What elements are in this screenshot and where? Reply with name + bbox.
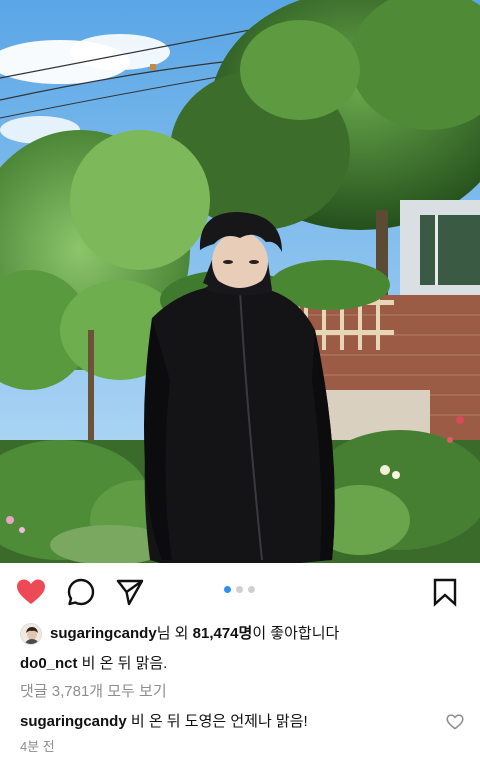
comment-like-button[interactable] [446,713,464,731]
comment-item: sugaringcandy 비 온 뒤 도영은 언제나 맑음! [20,712,308,732]
like-button[interactable] [16,577,46,607]
share-button[interactable] [115,577,145,607]
view-all-comments-link[interactable]: 댓글 3,781개 모두 보기 [20,682,167,702]
likes-summary[interactable]: sugaringcandy 님 외 81,474명 이 좋아합니다 [20,623,339,645]
save-button[interactable] [430,577,460,607]
caption-author[interactable]: do0_nct [20,655,78,672]
carousel-dot-active [224,586,231,593]
carousel-indicator [224,586,255,594]
bookmark-icon [433,578,457,607]
comment-button[interactable] [66,577,96,607]
caption-text: 비 온 뒤 맑음. [77,655,168,672]
post-action-bar [0,563,480,619]
likes-count[interactable]: 81,474명 [193,624,253,644]
carousel-dot [248,586,255,593]
comment-bubble-icon [67,578,95,606]
likes-middle-text: 님 외 [156,625,193,642]
post-caption: do0_nct 비 온 뒤 맑음. [20,654,167,674]
likes-suffix-text: 이 좋아합니다 [252,625,340,642]
post-photo[interactable] [0,0,480,563]
heart-outline-icon [446,714,464,730]
paper-plane-icon [116,579,144,606]
avatar[interactable] [20,623,42,645]
carousel-dot [236,586,243,593]
likes-username[interactable]: sugaringcandy [50,624,157,644]
post-timestamp: 4분 전 [20,739,55,754]
comment-author[interactable]: sugaringcandy [20,713,127,730]
post-photo-image [0,0,480,563]
heart-filled-icon [17,579,45,604]
comment-text: 비 온 뒤 도영은 언제나 맑음! [126,713,308,730]
avatar-image [21,624,41,644]
